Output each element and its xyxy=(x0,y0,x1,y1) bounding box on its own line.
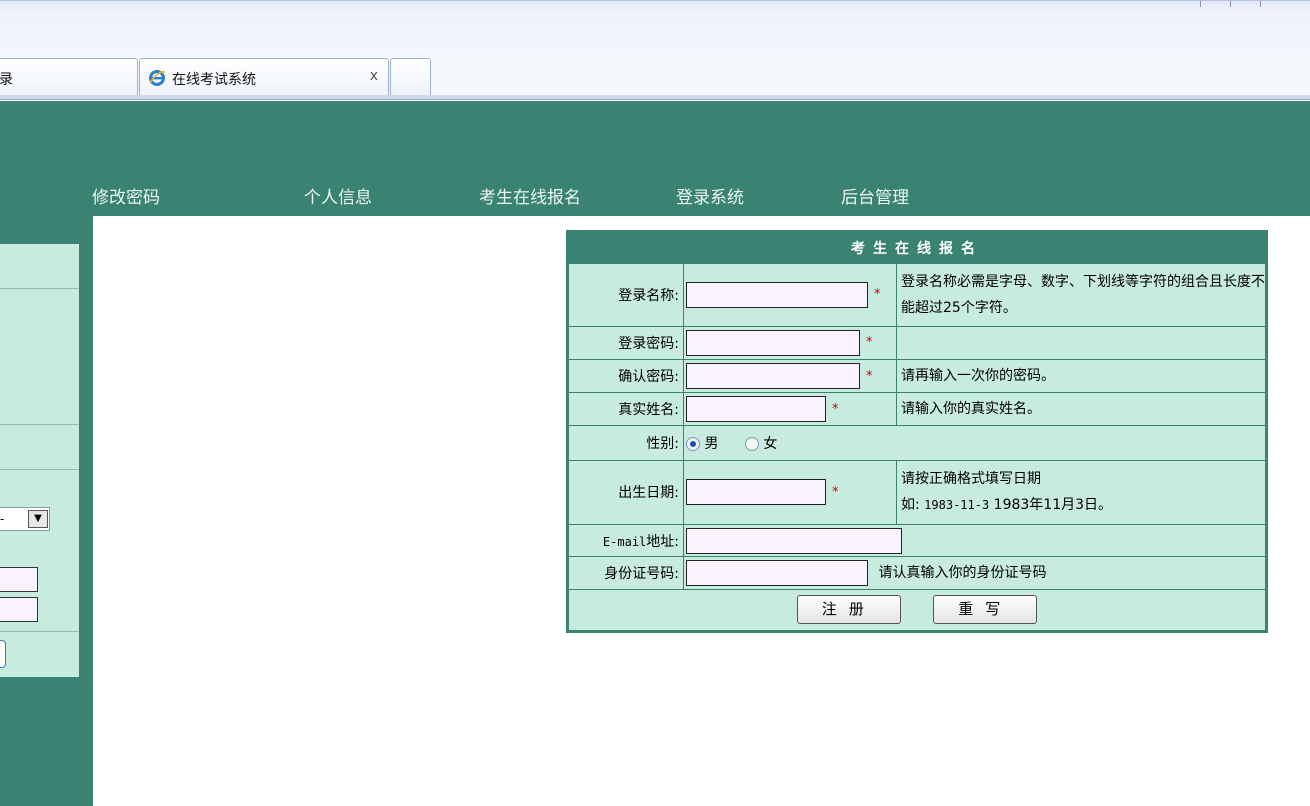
required-mark: * xyxy=(874,287,881,303)
browser-toolbar-divider xyxy=(0,95,1310,100)
close-tab-icon[interactable]: x xyxy=(370,68,378,84)
role-select[interactable]: - ▼ xyxy=(0,507,50,531)
birth-date-example: 如: 1983-11-3 1983年11月3日。 xyxy=(901,497,1113,514)
sidebar-login-button[interactable] xyxy=(0,640,6,668)
confirm-password-label: 确认密码: xyxy=(569,359,683,393)
register-button[interactable]: 注册 xyxy=(796,595,901,625)
gender-label: 性别: xyxy=(569,426,683,460)
gender-male-radio[interactable] xyxy=(686,437,700,452)
gender-female-radio[interactable] xyxy=(744,437,759,452)
nav-change-password[interactable]: 修改密码 xyxy=(92,183,160,208)
divider xyxy=(0,631,79,632)
login-name-hint: 登录名称必需是字母、数字、下划线等字符的组合且长度不能超过25个字符。 xyxy=(897,264,1265,326)
role-select-value: - xyxy=(0,512,5,526)
nav-login[interactable]: 登录系统 xyxy=(676,183,744,208)
form-title: 考生在线报名 xyxy=(569,233,1265,264)
confirm-password-input[interactable] xyxy=(686,363,860,390)
browser-tab-bar: 录 在线考试系统 x xyxy=(0,58,1310,96)
email-label: E-mail地址: xyxy=(569,525,683,557)
new-tab-button[interactable] xyxy=(390,58,431,96)
browser-tab-active[interactable]: 在线考试系统 x xyxy=(139,58,389,96)
birth-date-input[interactable] xyxy=(686,479,826,506)
real-name-label: 真实姓名: xyxy=(569,393,683,426)
reset-button[interactable]: 重写 xyxy=(933,595,1038,625)
divider xyxy=(0,424,79,425)
tab-label: 在线考试系统 xyxy=(172,72,256,88)
required-mark: * xyxy=(832,401,839,417)
sidebar-username-input[interactable] xyxy=(0,567,38,592)
required-mark: * xyxy=(866,335,873,351)
gender-female-label: 女 xyxy=(763,436,778,453)
gender-male-label: 男 xyxy=(704,436,719,453)
confirm-password-hint: 请再输入一次你的密码。 xyxy=(897,359,1265,393)
id-card-label: 身份证号码: xyxy=(569,557,683,589)
chevron-down-icon[interactable]: ▼ xyxy=(28,510,48,528)
real-name-hint: 请输入你的真实姓名。 xyxy=(897,393,1265,426)
login-name-label: 登录名称: xyxy=(569,264,683,326)
nav-personal-info[interactable]: 个人信息 xyxy=(304,183,372,208)
required-mark: * xyxy=(866,368,873,384)
divider xyxy=(0,288,79,289)
internet-explorer-icon xyxy=(149,70,166,86)
real-name-input[interactable] xyxy=(686,396,826,423)
browser-title-area xyxy=(0,0,1310,58)
id-card-hint: 请认真输入你的身份证号码 xyxy=(878,564,1047,581)
id-card-input[interactable] xyxy=(686,559,868,586)
registration-form: 考生在线报名 登录名称: * 登录名称必需是字母、数字、下划线等字符的组合且长度… xyxy=(566,230,1268,633)
browser-tab-previous[interactable]: 录 xyxy=(0,58,138,96)
tab-label: 录 xyxy=(0,72,13,88)
nav-online-registration[interactable]: 考生在线报名 xyxy=(479,183,581,208)
page-header: 修改密码 个人信息 考生在线报名 登录系统 后台管理 xyxy=(0,101,1310,216)
login-name-input[interactable] xyxy=(686,281,868,308)
email-input[interactable] xyxy=(686,527,902,554)
password-label: 登录密码: xyxy=(569,326,683,359)
birth-date-label: 出生日期: xyxy=(569,460,683,525)
sidebar-password-input[interactable] xyxy=(0,597,38,622)
nav-admin[interactable]: 后台管理 xyxy=(841,183,909,208)
password-input[interactable] xyxy=(686,329,860,356)
registration-table: 考生在线报名 登录名称: * 登录名称必需是字母、数字、下划线等字符的组合且长度… xyxy=(568,232,1266,631)
divider xyxy=(0,469,79,470)
required-mark: * xyxy=(832,484,839,500)
window-controls-edge xyxy=(1200,1,1310,7)
birth-date-hint: 请按正确格式填写日期 xyxy=(901,471,1041,488)
sidebar: - ▼ xyxy=(0,216,93,806)
